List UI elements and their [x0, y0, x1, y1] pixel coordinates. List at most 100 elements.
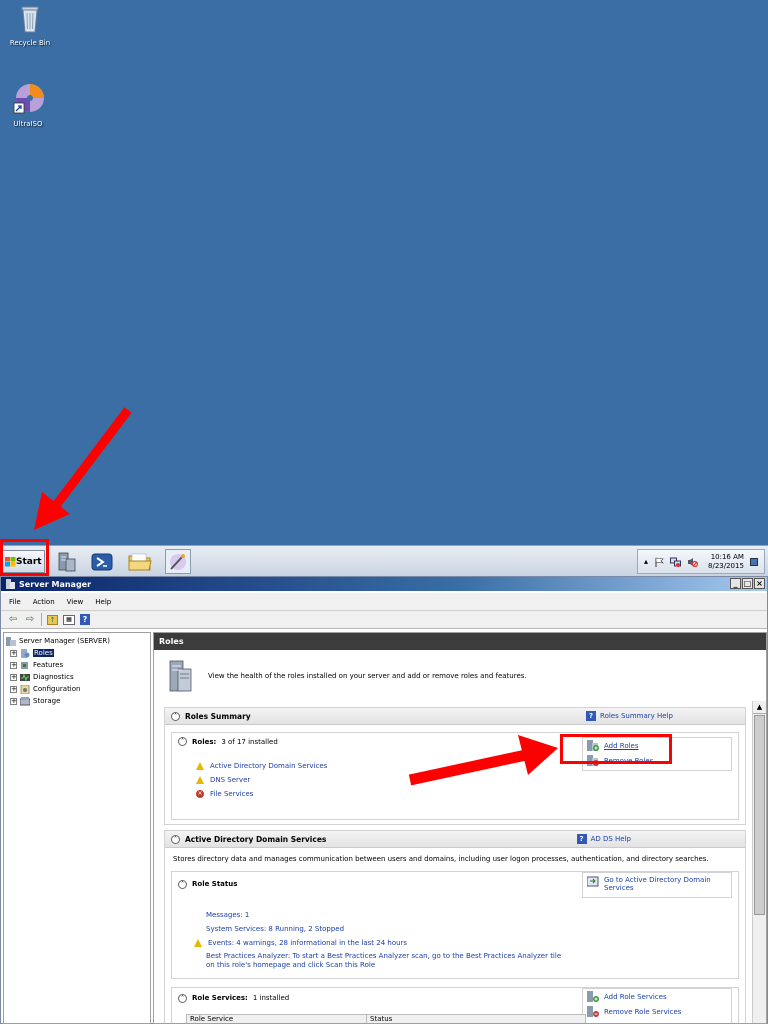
- taskbar-ultraiso[interactable]: [165, 549, 191, 574]
- roles-summary-help-label: Roles Summary Help: [600, 712, 673, 720]
- help-icon[interactable]: ?: [80, 614, 90, 625]
- recycle-bin-icon: [21, 6, 39, 33]
- configuration-icon: [20, 684, 30, 694]
- menu-action[interactable]: Action: [33, 598, 55, 606]
- adds-help-label: AD DS Help: [590, 835, 631, 843]
- menu-bar: File Action View Help: [1, 593, 767, 610]
- desktop-icon-label: Recycle Bin: [9, 39, 51, 47]
- tree-item-configuration[interactable]: + Configuration: [4, 683, 150, 695]
- window-controls: _ □ ×: [730, 578, 765, 589]
- roles-summary-header[interactable]: ˄ Roles Summary ? Roles Summary Help: [165, 708, 745, 725]
- maximize-button[interactable]: □: [742, 578, 753, 589]
- close-button[interactable]: ×: [754, 578, 765, 589]
- role-services-label: Role Services:: [192, 994, 248, 1002]
- adds-header[interactable]: ˄ Active Directory Domain Services ? AD …: [165, 831, 745, 848]
- role-services-actions: Add Role Services Remove Role Services: [582, 988, 732, 1023]
- title-bar[interactable]: Server Manager _ □ ×: [1, 577, 767, 591]
- tree-item-roles[interactable]: + Roles: [4, 647, 150, 659]
- tree-root-label: Server Manager (SERVER): [19, 637, 110, 645]
- expand-icon[interactable]: +: [10, 661, 17, 669]
- tree-item-features[interactable]: + Features: [4, 659, 150, 671]
- wand-icon: [170, 553, 186, 570]
- bpa-line[interactable]: Best Practices Analyzer: To start a Best…: [194, 952, 564, 970]
- collapse-icon[interactable]: ˄: [171, 711, 180, 721]
- roles-summary-title: Roles Summary: [185, 711, 251, 721]
- flag-icon[interactable]: [654, 557, 664, 567]
- remove-role-services-link[interactable]: Remove Role Services: [583, 1004, 731, 1019]
- events-line[interactable]: Events: 4 warnings, 28 informational in …: [194, 936, 594, 950]
- scroll-thumb[interactable]: [754, 715, 765, 915]
- expand-icon[interactable]: +: [10, 685, 17, 693]
- folder-icon: [128, 553, 152, 570]
- roles-server-icon: [169, 660, 192, 692]
- back-arrow-icon[interactable]: ⇦: [7, 614, 19, 626]
- goto-adds-label: Go to Active Directory Domain Services: [604, 876, 711, 892]
- messages-text: Messages: 1: [206, 911, 250, 919]
- expand-icon[interactable]: +: [10, 697, 17, 705]
- main-pane: Roles View the health of the roles insta…: [153, 632, 767, 1024]
- window-title: Server Manager: [19, 579, 92, 589]
- warning-icon: [196, 762, 204, 770]
- volume-icon[interactable]: [687, 557, 699, 567]
- tree-label-diagnostics: Diagnostics: [33, 673, 74, 681]
- forward-arrow-icon[interactable]: ⇨: [24, 614, 36, 626]
- adds-section: ˄ Active Directory Domain Services ? AD …: [164, 830, 746, 1023]
- show-hide-tree-icon[interactable]: ▦: [63, 614, 75, 625]
- taskbar-server-manager[interactable]: [54, 549, 80, 574]
- adds-description: Stores directory data and manages commun…: [173, 855, 709, 863]
- error-icon: ×: [196, 790, 204, 798]
- collapse-icon[interactable]: ˄: [171, 834, 180, 844]
- show-desktop-icon[interactable]: [749, 557, 758, 566]
- scroll-up-arrow-icon[interactable]: ▲: [753, 701, 766, 714]
- column-header-role-service[interactable]: Role Service: [187, 1015, 367, 1023]
- installed-roles-list: Active Directory Domain Services DNS Ser…: [196, 759, 327, 801]
- collapse-icon[interactable]: ˄: [178, 879, 187, 889]
- tree-item-server-manager[interactable]: Server Manager (SERVER): [4, 635, 150, 647]
- desktop-icon-ultraiso[interactable]: UltraISO: [0, 83, 56, 128]
- role-services-table-header: Role Service Status: [186, 1014, 586, 1023]
- tree-item-diagnostics[interactable]: + Diagnostics: [4, 671, 150, 683]
- powershell-icon: [91, 553, 113, 570]
- goto-adds-link[interactable]: Go to Active Directory Domain Services: [583, 873, 731, 897]
- pane-header: Roles: [154, 633, 766, 650]
- role-name: DNS Server: [210, 776, 251, 784]
- desktop-icon-recycle-bin[interactable]: Recycle Bin: [2, 4, 58, 47]
- intro-block: View the health of the roles installed o…: [164, 659, 527, 693]
- services-line[interactable]: System Services: 8 Running, 2 Stopped: [194, 922, 594, 936]
- role-item[interactable]: Active Directory Domain Services: [196, 759, 327, 773]
- menu-view[interactable]: View: [67, 598, 84, 606]
- minimize-button[interactable]: _: [730, 578, 741, 589]
- collapse-icon[interactable]: ˄: [178, 737, 187, 746]
- up-folder-icon[interactable]: ↑: [47, 614, 58, 625]
- messages-line[interactable]: Messages: 1: [194, 908, 594, 922]
- expand-icon[interactable]: +: [10, 673, 17, 681]
- events-text: Events: 4 warnings, 28 informational in …: [208, 939, 408, 947]
- show-hidden-icons-icon[interactable]: ▴: [644, 557, 648, 566]
- taskbar-powershell[interactable]: [89, 549, 115, 574]
- column-header-status[interactable]: Status: [367, 1015, 392, 1023]
- add-role-services-link[interactable]: Add Role Services: [583, 989, 731, 1004]
- role-name: File Services: [210, 790, 254, 798]
- adds-help-link[interactable]: ? AD DS Help: [576, 834, 631, 844]
- role-services-count: 1 installed: [252, 994, 290, 1002]
- role-item[interactable]: DNS Server: [196, 773, 327, 787]
- help-icon: ?: [576, 834, 587, 844]
- taskbar-explorer[interactable]: [127, 549, 153, 574]
- role-name: Active Directory Domain Services: [210, 762, 328, 770]
- vertical-scrollbar[interactable]: ▲: [752, 701, 766, 1023]
- ultraiso-icon: [13, 84, 44, 114]
- menu-file[interactable]: File: [9, 598, 21, 606]
- collapse-icon[interactable]: ˄: [178, 993, 187, 1003]
- diagnostics-icon: [20, 673, 30, 681]
- network-icon[interactable]: [670, 557, 682, 567]
- role-status-actions: Go to Active Directory Domain Services: [582, 872, 732, 898]
- expand-icon[interactable]: +: [10, 649, 17, 657]
- roles-label: Roles:: [192, 737, 217, 746]
- roles-summary-help-link[interactable]: ? Roles Summary Help: [586, 711, 673, 721]
- annotation-arrow-add-roles: [408, 735, 558, 786]
- tree-label-storage: Storage: [33, 697, 61, 705]
- tree-item-storage[interactable]: + Storage: [4, 695, 150, 707]
- menu-help[interactable]: Help: [95, 598, 111, 606]
- role-item[interactable]: × File Services: [196, 787, 327, 801]
- clock[interactable]: 10:16 AM 8/23/2015: [708, 553, 744, 571]
